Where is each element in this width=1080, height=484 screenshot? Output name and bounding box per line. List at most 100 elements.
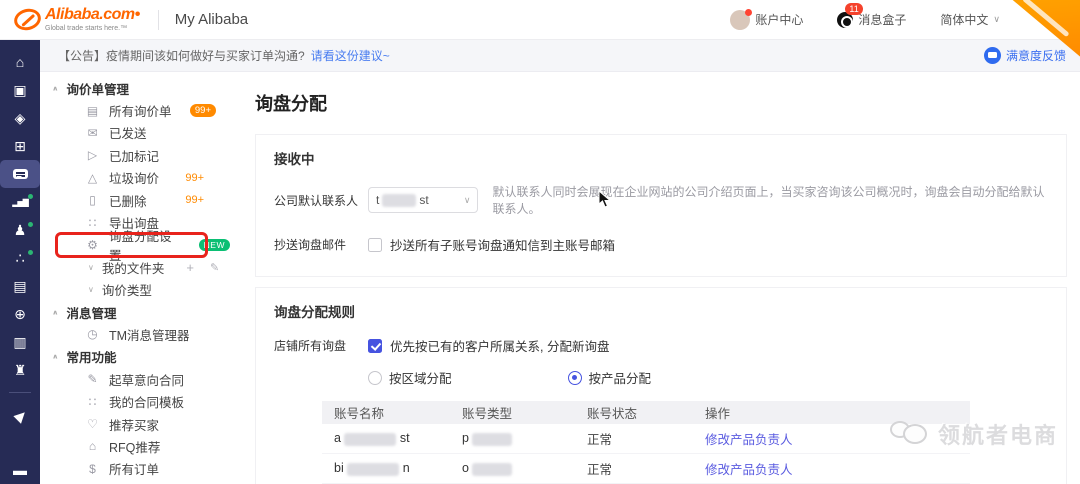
priority-checkbox[interactable]	[368, 339, 382, 353]
item-label: 询价类型	[102, 280, 152, 299]
receiving-section-title: 接收中	[274, 148, 1048, 168]
sidebar-item-flagged[interactable]: ▷ 已加标记	[40, 144, 230, 166]
logo-tagline: Global trade starts here.™	[45, 25, 140, 32]
sidebar-item-inquiry-assign-settings[interactable]: ⚙ 询盘分配设置 NEW	[40, 234, 230, 256]
bottom-partial-icon[interactable]: ▬	[0, 456, 40, 484]
new-badge: NEW	[199, 239, 230, 251]
sidebar-item-tm-messages[interactable]: ◷ TM消息管理器	[40, 323, 230, 345]
col-actions: 操作	[705, 403, 970, 422]
sidebar-group-common-functions[interactable]: ∧ 常用功能	[40, 346, 230, 368]
item-label: RFQ推荐	[109, 437, 160, 456]
group-label: 常用功能	[67, 347, 117, 366]
alibaba-logo[interactable]: Alibaba.com• Global trade starts here.™	[0, 7, 140, 32]
sidebar-item-recommended-buyers[interactable]: ♡ 推荐买家	[40, 413, 230, 435]
chevron-up-icon: ∧	[52, 85, 59, 92]
feedback-chat-icon	[984, 47, 1001, 64]
send-plane-icon[interactable]: ▶	[0, 401, 40, 429]
chevron-down-icon: ∨	[88, 285, 94, 294]
announcement-bar: 【公告】疫情期间该如何做好与买家订单沟通? 请看这份建议~ 满意度反馈	[40, 40, 1080, 72]
analytics-icon[interactable]: ▂▅▇	[0, 188, 40, 216]
group-label: 询价单管理	[67, 79, 130, 98]
window-icon[interactable]: ▣	[0, 76, 40, 104]
select-value-suffix: st	[419, 193, 428, 207]
messages-icon[interactable]	[0, 160, 40, 188]
radio-by-product[interactable]: 按产品分配	[568, 368, 652, 387]
edit-folder-icon[interactable]: ✎	[210, 261, 219, 274]
shield-icon[interactable]: ◈	[0, 104, 40, 132]
feedback-label: 满意度反馈	[1006, 47, 1066, 64]
sidebar-group-inquiry-mgmt[interactable]: ∧ 询价单管理	[40, 77, 230, 99]
blurred-text	[382, 194, 416, 207]
count-text-badge: 99+	[185, 194, 204, 206]
col-account-name: 账号名称	[322, 403, 462, 422]
account-center-button[interactable]: 账户中心	[730, 10, 803, 30]
app-title: My Alibaba	[175, 11, 248, 28]
modify-product-owner-link[interactable]: 修改产品负责人	[705, 433, 793, 447]
chat-bubble-icon	[13, 169, 28, 179]
chevron-down-icon: ∨	[993, 14, 1000, 25]
account-type: p	[462, 431, 469, 445]
sidebar-group-message-mgmt[interactable]: ∧ 消息管理	[40, 301, 230, 323]
select-value-prefix: t	[376, 193, 379, 207]
scope-label: 店铺所有询盘	[274, 337, 354, 354]
cc-checkbox[interactable]	[368, 238, 382, 252]
radio-circle-icon	[368, 371, 382, 385]
default-contact-select[interactable]: t st ∨	[368, 187, 478, 213]
item-label: 已发送	[109, 123, 147, 142]
sidebar-item-sent[interactable]: ✉ 已发送	[40, 122, 230, 144]
announcement-link[interactable]: 请看这份建议~	[311, 47, 390, 64]
app-nav-strip: ⌂ ▣ ◈ ⊞ ▂▅▇ ♟ ∴ ▤ ⊕ ▥ ♜ ▶ ▬	[0, 40, 40, 484]
clipboard-icon[interactable]: ▤	[0, 272, 40, 300]
sidebar-item-my-folders[interactable]: ∨ 我的文件夹 + ✎	[40, 256, 230, 278]
account-center-label: 账户中心	[755, 11, 803, 28]
sidebar-item-spam[interactable]: △ 垃圾询价 99+	[40, 167, 230, 189]
logo-dot: •	[135, 6, 140, 23]
share-network-icon[interactable]: ∴	[0, 244, 40, 272]
sidebar-item-rfq-recommend[interactable]: ⌂ RFQ推荐	[40, 435, 230, 457]
bank-icon[interactable]: ♜	[0, 356, 40, 384]
sidebar-item-all-orders[interactable]: $ 所有订单	[40, 458, 230, 480]
add-folder-icon[interactable]: +	[186, 260, 194, 275]
count-text-badge: 99+	[185, 172, 204, 184]
item-label: 我的文件夹	[102, 258, 165, 277]
contacts-icon[interactable]: ♟	[0, 216, 40, 244]
top-header: Alibaba.com• Global trade starts here.™ …	[0, 0, 1080, 40]
radio-label: 按区域分配	[389, 368, 452, 387]
radio-by-region[interactable]: 按区域分配	[368, 368, 452, 387]
sidebar-item-draft-contract[interactable]: ✎ 起草意向合同	[40, 368, 230, 390]
blurred-text	[472, 463, 512, 476]
account-type: o	[462, 461, 469, 475]
apps-grid-icon[interactable]: ⊞	[0, 132, 40, 160]
sidebar-item-contract-templates[interactable]: ∷ 我的合同模板	[40, 390, 230, 412]
card-list-icon: ▤	[85, 104, 100, 118]
briefcase-icon[interactable]: ▥	[0, 328, 40, 356]
account-status: 正常	[587, 429, 705, 448]
satisfaction-feedback-button[interactable]: 满意度反馈	[984, 47, 1066, 64]
rules-section-title: 询盘分配规则	[274, 301, 1048, 321]
sidebar-item-all-inquiries[interactable]: ▤ 所有询价单 99+	[40, 99, 230, 121]
count-badge: 99+	[190, 104, 216, 117]
globe-icon[interactable]: ⊕	[0, 300, 40, 328]
page-title: 询盘分配	[255, 90, 1066, 116]
item-label: 垃圾询价	[109, 168, 159, 187]
blurred-text	[472, 433, 512, 446]
item-label: 已删除	[109, 191, 147, 210]
col-account-status: 账号状态	[587, 403, 705, 422]
item-label: 所有订单	[109, 459, 159, 478]
message-box-button[interactable]: 11 消息盒子	[837, 11, 906, 28]
receiving-card: 接收中 公司默认联系人 t st ∨ 默认联系人同时会展现在企业网站的公司介绍页…	[255, 134, 1067, 277]
house-icon: ⌂	[85, 439, 100, 453]
language-selector[interactable]: 简体中文 ∨	[940, 11, 1000, 28]
main-content: 询盘分配 接收中 公司默认联系人 t st ∨ 默认联系人同时会展现在企业网站的…	[230, 72, 1080, 484]
home-icon[interactable]: ⌂	[0, 48, 40, 76]
green-dot-badge	[28, 222, 33, 227]
account-status: 正常	[587, 459, 705, 478]
template-grid-icon: ∷	[85, 395, 100, 409]
sidebar-item-inquiry-types[interactable]: ∨ 询价类型	[40, 279, 230, 301]
blurred-text	[347, 463, 399, 476]
modify-product-owner-link[interactable]: 修改产品负责人	[705, 463, 793, 477]
radio-label: 按产品分配	[589, 368, 652, 387]
default-contact-description: 默认联系人同时会展现在企业网站的公司介绍页面上，当买家咨询该公司概况时，询盘会自…	[492, 183, 1048, 217]
chevron-down-icon: ∨	[88, 263, 94, 272]
sidebar-item-deleted[interactable]: ▯ 已删除 99+	[40, 189, 230, 211]
